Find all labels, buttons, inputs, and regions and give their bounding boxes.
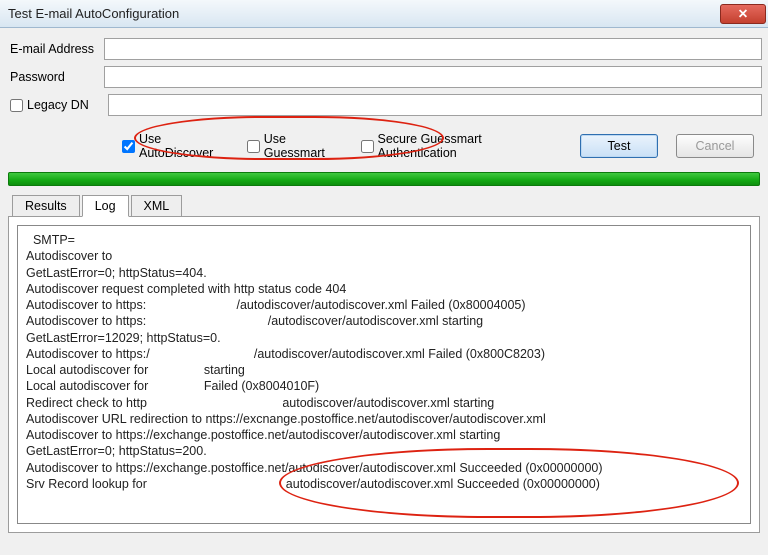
log-panel: SMTP= Autodiscover to GetLastError=0; ht… [8, 217, 760, 533]
autodiscover-label: Use AutoDiscover [139, 132, 225, 160]
tab-xml[interactable]: XML [131, 195, 183, 217]
guessmart-label: Use Guessmart [264, 132, 339, 160]
tab-results[interactable]: Results [12, 195, 80, 217]
password-label: Password [10, 70, 104, 84]
window-title: Test E-mail AutoConfiguration [8, 6, 720, 21]
password-input[interactable] [104, 66, 762, 88]
row-password: Password [10, 66, 762, 88]
form-area: E-mail Address Password Legacy DN Use Au… [0, 28, 768, 170]
guessmart-checkbox[interactable] [247, 140, 260, 153]
autodiscover-checkbox[interactable] [122, 140, 135, 153]
tab-log[interactable]: Log [82, 195, 129, 217]
progress-bar [8, 172, 760, 186]
options-row: Use AutoDiscover Use Guessmart Secure Gu… [10, 122, 762, 166]
close-button[interactable]: ✕ [720, 4, 766, 24]
secure-checkbox[interactable] [361, 140, 374, 153]
titlebar: Test E-mail AutoConfiguration ✕ [0, 0, 768, 28]
cancel-button[interactable]: Cancel [676, 134, 754, 158]
email-input[interactable] [104, 38, 762, 60]
test-button[interactable]: Test [580, 134, 658, 158]
legacy-label: Legacy DN [27, 98, 89, 112]
email-label: E-mail Address [10, 42, 104, 56]
secure-label: Secure Guessmart Authentication [378, 132, 541, 160]
log-text: SMTP= Autodiscover to GetLastError=0; ht… [17, 225, 751, 524]
row-legacy: Legacy DN [10, 94, 762, 116]
legacy-checkbox[interactable] [10, 99, 23, 112]
close-icon: ✕ [738, 6, 748, 21]
legacy-input[interactable] [108, 94, 762, 116]
row-email: E-mail Address [10, 38, 762, 60]
tabstrip: Results Log XML [8, 194, 760, 217]
